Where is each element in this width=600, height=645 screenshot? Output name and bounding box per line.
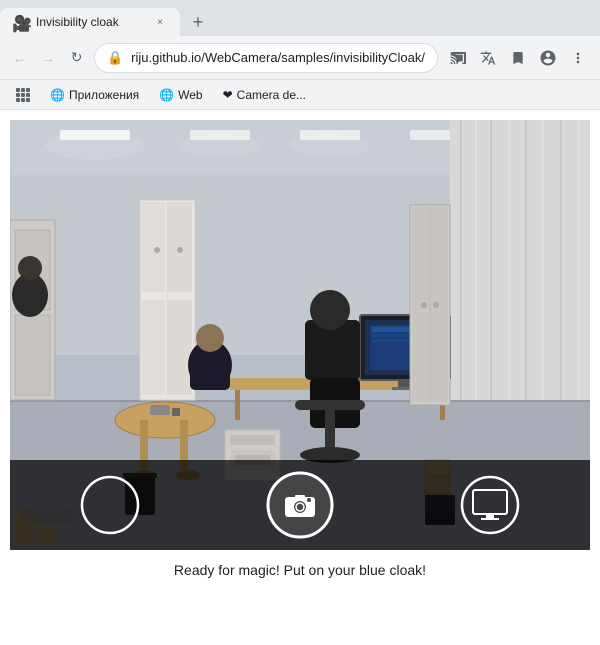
camera-view	[10, 120, 590, 550]
status-text: Ready for magic! Put on your blue cloak!	[0, 550, 600, 586]
bookmark-web-icon: 🌐	[159, 88, 174, 102]
new-tab-button[interactable]: +	[184, 8, 212, 36]
translate-button[interactable]	[474, 44, 502, 72]
tab-bar: 🎥 Invisibility cloak × +	[0, 0, 600, 36]
forward-icon: →	[41, 50, 55, 66]
profile-button[interactable]	[534, 44, 562, 72]
back-icon: ←	[12, 50, 26, 66]
bookmark-button[interactable]	[504, 44, 532, 72]
tab-favicon: 🎥	[12, 14, 28, 30]
apps-grid-icon	[16, 88, 30, 102]
bookmark-camera[interactable]: ❤ Camera de...	[215, 85, 314, 105]
active-tab[interactable]: 🎥 Invisibility cloak ×	[0, 8, 180, 36]
lock-icon: 🔒	[107, 50, 123, 66]
browser-window: 🎥 Invisibility cloak × + ← → ↻ 🔒 riju.gi…	[0, 0, 600, 645]
bookmark-web[interactable]: 🌐 Web	[151, 85, 210, 105]
bookmark-web-label: Web	[178, 88, 202, 102]
bookmark-camera-icon: ❤	[223, 88, 233, 102]
cast-button[interactable]	[444, 44, 472, 72]
tab-close-button[interactable]: ×	[152, 14, 168, 30]
back-button[interactable]: ←	[8, 44, 31, 72]
bookmark-prilojeniya-icon: 🌐	[50, 88, 65, 102]
bookmark-apps[interactable]	[8, 85, 38, 105]
refresh-button[interactable]: ↻	[65, 44, 88, 72]
forward-button[interactable]: →	[37, 44, 60, 72]
menu-button[interactable]	[564, 44, 592, 72]
bookmark-prilojeniya-label: Приложения	[69, 88, 139, 102]
address-bar[interactable]: 🔒 riju.github.io/WebCamera/samples/invis…	[94, 43, 438, 73]
bookmark-camera-label: Camera de...	[237, 88, 306, 102]
refresh-icon: ↻	[71, 49, 83, 66]
office-scene	[10, 120, 590, 550]
bookmarks-bar: 🌐 Приложения 🌐 Web ❤ Camera de...	[0, 80, 600, 110]
tab-title: Invisibility cloak	[36, 15, 144, 29]
page-content: Ready for magic! Put on your blue cloak!	[0, 110, 600, 645]
address-text: riju.github.io/WebCamera/samples/invisib…	[131, 50, 425, 65]
bookmark-prilojeniya[interactable]: 🌐 Приложения	[42, 85, 147, 105]
toolbar: ← → ↻ 🔒 riju.github.io/WebCamera/samples…	[0, 36, 600, 80]
toolbar-icons	[444, 44, 592, 72]
